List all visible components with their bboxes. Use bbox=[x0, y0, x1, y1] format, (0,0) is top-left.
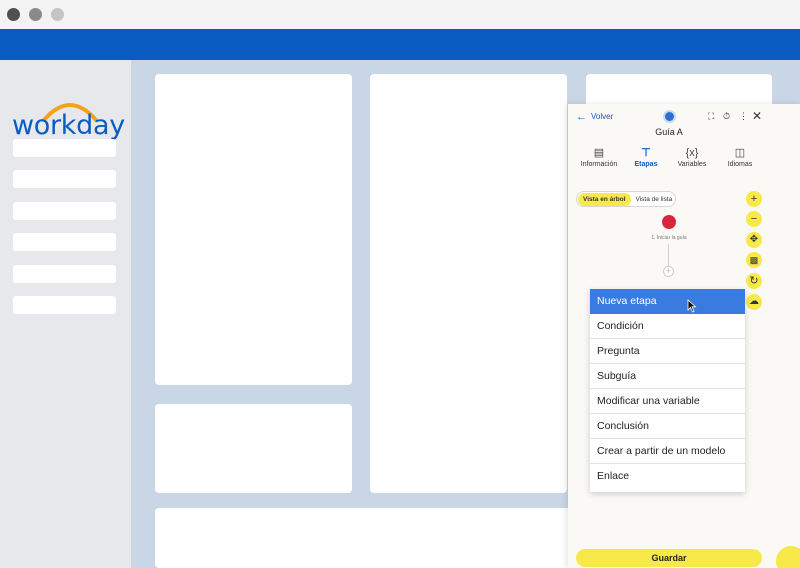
cloud-download-icon[interactable]: ☁ bbox=[746, 294, 762, 310]
minimize-window-button[interactable] bbox=[29, 8, 42, 21]
close-window-button[interactable] bbox=[7, 8, 20, 21]
tab-label: Idiomas bbox=[727, 161, 753, 168]
back-label: Volver bbox=[591, 112, 614, 121]
tab-label: Variables bbox=[677, 161, 707, 168]
menu-item-crear-modelo[interactable]: Crear a partir de un modelo bbox=[590, 439, 745, 464]
tree-icon: ⊤ bbox=[641, 147, 651, 159]
tab-etapas[interactable]: ⊤ Etapas bbox=[628, 146, 664, 168]
logo-wordmark: workday bbox=[12, 110, 125, 141]
save-button[interactable]: Guardar bbox=[576, 549, 762, 567]
start-node[interactable] bbox=[662, 215, 676, 229]
sidebar-item[interactable] bbox=[13, 233, 116, 251]
guide-title: Guía A bbox=[655, 127, 683, 137]
menu-item-condicion[interactable]: Condición bbox=[590, 314, 745, 339]
workday-logo: workday bbox=[12, 96, 125, 142]
tab-label: Etapas bbox=[634, 161, 658, 168]
sidebar-item[interactable] bbox=[13, 265, 116, 283]
refresh-icon[interactable]: ↻ bbox=[746, 273, 762, 289]
back-button[interactable]: ← Volver bbox=[576, 110, 614, 123]
window-titlebar bbox=[0, 0, 800, 29]
help-bubble[interactable] bbox=[776, 546, 800, 568]
zoom-in-icon[interactable]: + bbox=[746, 191, 762, 207]
add-step-menu: Nueva etapa Condición Pregunta Subguía M… bbox=[590, 289, 745, 492]
more-options-icon[interactable]: ⋮ bbox=[739, 111, 748, 122]
tab-variables[interactable]: {x} Variables bbox=[674, 146, 710, 168]
close-icon[interactable]: ✕ bbox=[752, 109, 762, 123]
add-step-button[interactable]: + bbox=[663, 266, 674, 277]
sidebar-item[interactable] bbox=[13, 296, 116, 314]
menu-item-conclusion[interactable]: Conclusión bbox=[590, 414, 745, 439]
tab-idiomas[interactable]: ◫ Idiomas bbox=[722, 146, 758, 168]
tab-informacion[interactable]: ▤ Información bbox=[576, 146, 622, 168]
panel-tabs: ▤ Información ⊤ Etapas {x} Variables ◫ I… bbox=[568, 146, 800, 176]
timer-icon[interactable]: ⏱ bbox=[723, 111, 730, 122]
menu-item-enlace[interactable]: Enlace bbox=[590, 464, 745, 489]
connector-line bbox=[668, 244, 669, 267]
sidebar-item[interactable] bbox=[13, 202, 116, 220]
tree-view-option[interactable]: Vista en árbol bbox=[578, 192, 631, 206]
arrow-left-icon: ← bbox=[576, 110, 587, 123]
content-card bbox=[370, 74, 567, 493]
document-icon: ▤ bbox=[593, 147, 605, 159]
menu-item-nueva-etapa[interactable]: Nueva etapa bbox=[590, 289, 745, 314]
menu-item-subguia[interactable]: Subguía bbox=[590, 364, 745, 389]
list-view-option[interactable]: Vista de lista bbox=[631, 193, 678, 206]
fullscreen-icon[interactable]: ⛶ bbox=[708, 111, 714, 122]
menu-item-modificar-variable[interactable]: Modificar una variable bbox=[590, 389, 745, 414]
content-card bbox=[155, 74, 352, 385]
fit-view-icon[interactable]: ✥ bbox=[746, 232, 762, 248]
variables-icon: {x} bbox=[685, 147, 699, 159]
lock-icon[interactable]: ▩ bbox=[746, 252, 762, 268]
maximize-window-button[interactable] bbox=[51, 8, 64, 21]
sidebar-item[interactable] bbox=[13, 139, 116, 157]
start-node-label: 1. Iniciar la guía bbox=[651, 235, 687, 241]
guide-avatar-icon bbox=[663, 110, 676, 123]
mouse-cursor-icon bbox=[687, 299, 697, 313]
top-header-bar bbox=[0, 29, 800, 60]
sidebar-item[interactable] bbox=[13, 170, 116, 188]
zoom-out-icon[interactable]: − bbox=[746, 211, 762, 227]
left-sidebar: workday bbox=[0, 60, 131, 568]
languages-icon: ◫ bbox=[734, 147, 746, 159]
content-card bbox=[155, 404, 352, 493]
view-toggle: Vista en árbol Vista de lista bbox=[576, 191, 676, 207]
menu-item-pregunta[interactable]: Pregunta bbox=[590, 339, 745, 364]
tab-label: Información bbox=[580, 161, 618, 168]
